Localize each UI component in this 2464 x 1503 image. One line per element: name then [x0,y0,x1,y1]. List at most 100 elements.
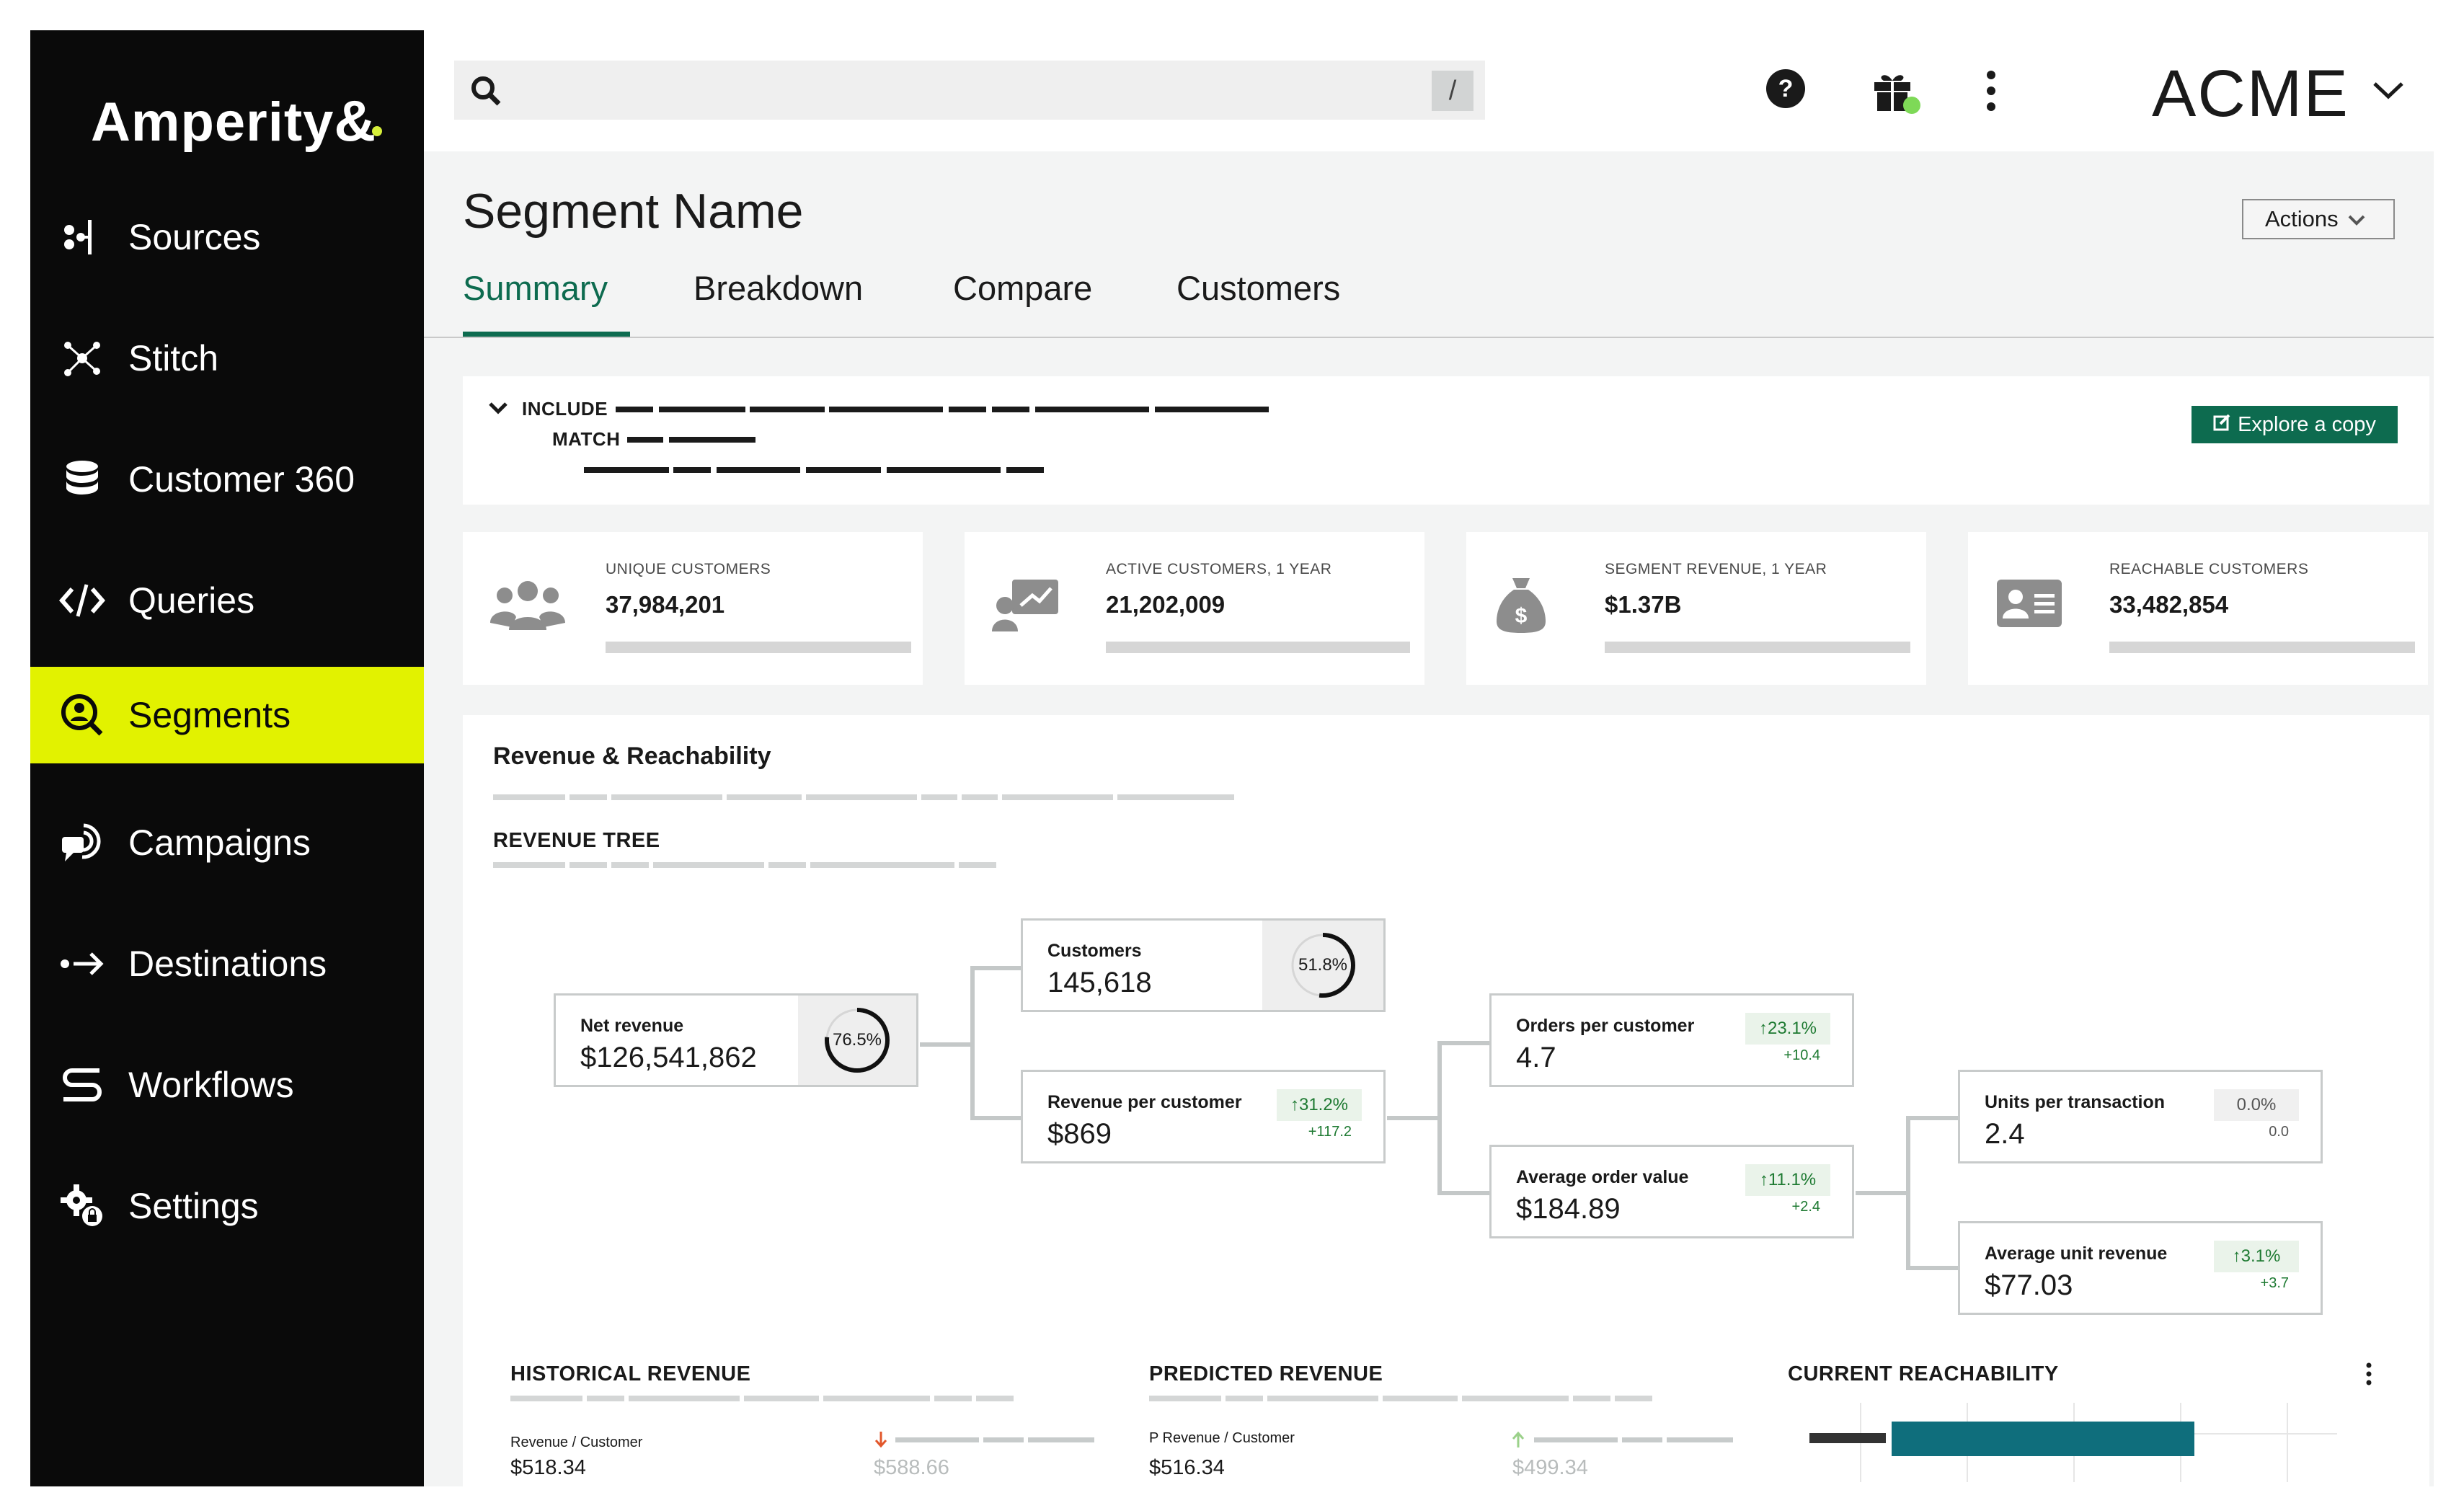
predicted-compare-value: $499.34 [1512,1456,1588,1479]
tree-connector [1856,1191,1907,1195]
more-vertical-icon[interactable] [1984,69,1998,116]
node-value: $184.89 [1516,1193,1621,1225]
delta-sub: +117.2 [1308,1124,1352,1140]
explore-copy-button[interactable]: Explore a copy [2192,406,2398,443]
node-value: $77.03 [1985,1269,2073,1301]
sidebar-item-label: Sources [128,217,261,257]
delta-value: 11.1% [1768,1170,1817,1189]
tree-node-net-revenue[interactable]: Net revenue $126,541,862 76.5% [554,993,918,1087]
tab-divider [424,337,2434,338]
node-value: 4.7 [1516,1042,1556,1073]
kpi-label: SEGMENT REVENUE, 1 YEAR [1605,561,1827,577]
tree-connector [1387,1116,1439,1120]
node-value: 145,618 [1047,967,1152,998]
stitch-icon [59,335,105,381]
sidebar-item-label: Workflows [128,1065,294,1105]
tab-compare[interactable]: Compare [953,268,1092,308]
tab-breakdown[interactable]: Breakdown [693,268,863,308]
sidebar-item-sources[interactable]: Sources [30,189,424,285]
match-label: MATCH [552,428,621,450]
node-label: Units per transaction [1985,1092,2166,1112]
tree-node-orders-per-customer[interactable]: Orders per customer 4.7 ↑ 23.1% +10.4 [1489,993,1854,1087]
chevron-down-icon[interactable] [2372,79,2405,105]
reachability-bar[interactable] [1892,1422,2194,1456]
destinations-icon [59,941,105,987]
explore-copy-label: Explore a copy [2238,412,2376,436]
arrow-up-icon: ↑ [1758,1019,1768,1038]
sidebar-item-label: Queries [128,580,255,621]
delta-badge: ↑ 11.1% [1745,1164,1830,1196]
sidebar-item-customer-360[interactable]: Customer 360 [30,431,424,528]
tree-connector [1437,1041,1489,1045]
tree-node-average-unit-revenue[interactable]: Average unit revenue $77.03 ↑ 3.1% +3.7 [1958,1221,2323,1315]
segment-criteria-card [463,376,2429,505]
tab-summary[interactable]: Summary [463,268,608,308]
sidebar-item-destinations[interactable]: Destinations [30,915,424,1012]
sidebar-item-label: Stitch [128,338,219,378]
page-title: Segment Name [463,184,804,239]
database-icon [59,456,105,502]
sidebar-item-stitch[interactable]: Stitch [30,310,424,407]
arrow-up-icon [1511,1430,1525,1453]
kpi-bar [1605,642,1910,653]
tree-connector [970,1116,1022,1120]
sidebar-item-queries[interactable]: Queries [30,552,424,649]
delta-badge: 0.0% [2214,1089,2299,1121]
sidebar-item-workflows[interactable]: Workflows [30,1037,424,1133]
tree-node-average-order-value[interactable]: Average order value $184.89 ↑ 11.1% +2.4 [1489,1145,1854,1238]
sidebar-item-campaigns[interactable]: Campaigns [30,794,424,891]
logo-dot [372,126,383,136]
sidebar-item-segments[interactable]: Segments [30,667,424,763]
tree-connector [970,966,975,1119]
sources-icon [59,214,105,260]
logo-ampersand: & [334,89,377,153]
svg-text:$: $ [1515,604,1528,628]
kpi-value: 21,202,009 [1106,591,1226,618]
segments-icon [59,692,105,738]
gift-icon[interactable] [1870,68,1923,122]
search-input[interactable]: / [454,61,1485,120]
node-label: Net revenue [580,1016,684,1036]
arrow-down-icon [874,1430,888,1453]
delta-value: 23.1% [1767,1019,1817,1038]
tree-node-customers[interactable]: Customers 145,618 51.8% [1021,918,1386,1012]
node-label: Revenue per customer [1047,1092,1242,1112]
predicted-metric-value: $516.34 [1149,1456,1225,1479]
help-icon[interactable]: ? [1765,68,1807,113]
kpi-card-segment-revenue: $ SEGMENT REVENUE, 1 YEAR $1.37B [1466,532,1926,685]
kpi-label: ACTIVE CUSTOMERS, 1 YEAR [1106,561,1332,577]
sidebar-item-label: Segments [128,695,291,735]
kpi-value: $1.37B [1605,591,1682,618]
historical-revenue-title: HISTORICAL REVENUE [510,1362,751,1385]
sidebar: Amperity& Sources Stitch Customer 360 Qu… [30,30,424,1486]
node-label: Orders per customer [1516,1016,1695,1036]
tree-node-units-per-transaction[interactable]: Units per transaction 2.4 0.0% 0.0 [1958,1070,2323,1163]
account-name[interactable]: ACME [2152,56,2349,132]
include-label: INCLUDE [522,398,608,420]
more-vertical-icon[interactable] [2365,1362,2373,1389]
tab-customers[interactable]: Customers [1176,268,1340,308]
tree-connector [1906,1266,1958,1270]
tree-connector [1437,1041,1442,1194]
revenue-tree-title: REVENUE TREE [493,829,660,852]
kpi-value: 33,482,854 [2109,591,2229,618]
sidebar-item-label: Campaigns [128,823,311,863]
progress-ring: 51.8% [1289,931,1357,999]
kpi-card-active-customers: ACTIVE CUSTOMERS, 1 YEAR 21,202,009 [965,532,1424,685]
kpi-label: REACHABLE CUSTOMERS [2109,561,2309,577]
kpi-card-reachable-customers: REACHABLE CUSTOMERS 33,482,854 [1968,532,2428,685]
chevron-down-icon[interactable] [487,401,509,419]
sidebar-item-label: Settings [128,1186,259,1226]
predicted-revenue-title: PREDICTED REVENUE [1149,1362,1383,1385]
delta-sub: +2.4 [1791,1199,1820,1215]
delta-badge: ↑ 3.1% [2214,1241,2299,1272]
sidebar-item-label: Destinations [128,944,327,984]
tree-node-revenue-per-customer[interactable]: Revenue per customer $869 ↑ 31.2% +117.2 [1021,1070,1386,1163]
sidebar-item-settings[interactable]: Settings [30,1158,424,1254]
node-percent: 51.8% [1298,955,1348,975]
node-value: $869 [1047,1118,1112,1150]
actions-dropdown[interactable]: Actions [2242,199,2395,239]
amperity-logo[interactable]: Amperity& [91,88,383,154]
code-icon [59,577,105,624]
kpi-bar [1106,642,1410,653]
